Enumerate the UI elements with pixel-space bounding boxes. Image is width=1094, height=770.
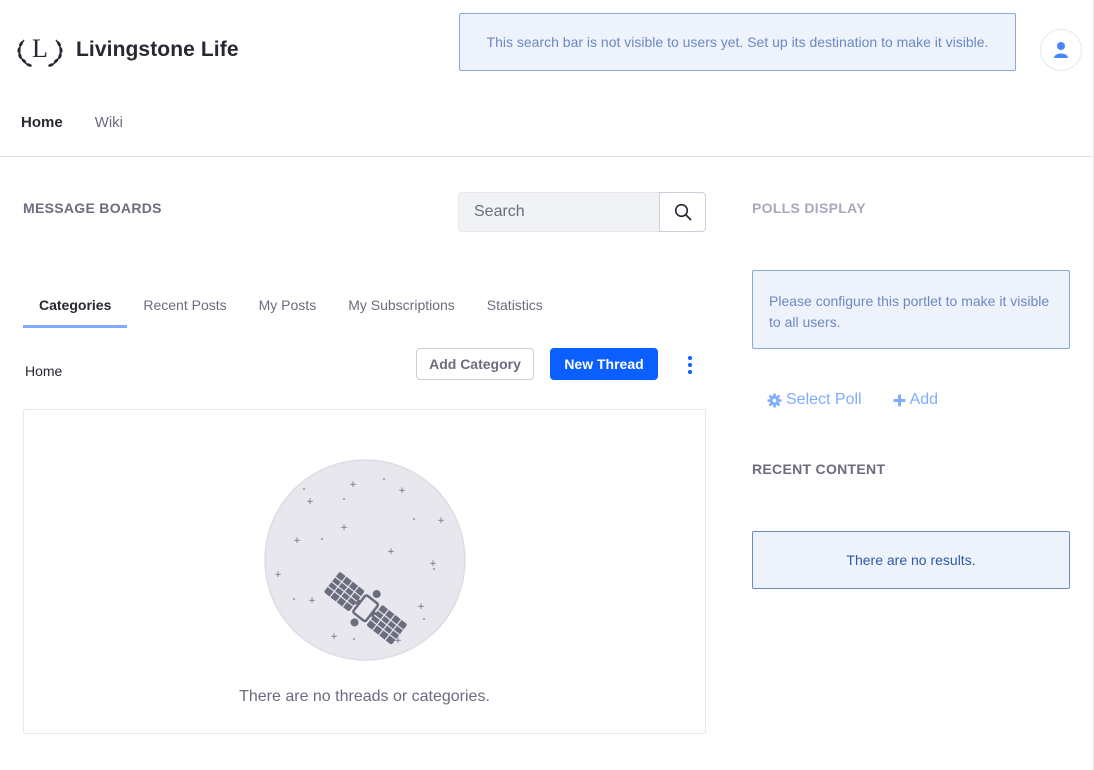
new-thread-button[interactable]: New Thread [550, 348, 658, 380]
ellipsis-vertical-icon[interactable] [680, 350, 700, 380]
tab-statistics[interactable]: Statistics [471, 284, 559, 328]
site-name[interactable]: Livingstone Life [76, 38, 239, 62]
tab-my-posts[interactable]: My Posts [243, 284, 333, 328]
svg-text:+: + [398, 486, 406, 496]
header-divider [0, 156, 1093, 157]
tab-my-subscriptions[interactable]: My Subscriptions [332, 284, 471, 328]
tab-categories[interactable]: Categories [23, 284, 128, 328]
svg-text:+: + [387, 547, 395, 557]
svg-text:+: + [308, 596, 316, 606]
user-menu-button[interactable] [1040, 29, 1082, 71]
svg-text:+: + [349, 480, 357, 490]
recent-content-title: RECENT CONTENT [752, 461, 886, 477]
tab-recent-posts[interactable]: Recent Posts [127, 284, 242, 328]
empty-state-message: There are no threads or categories. [239, 688, 490, 705]
svg-text:+: + [340, 523, 348, 533]
laurel-logo-icon: L [17, 34, 63, 67]
message-boards-title: MESSAGE BOARDS [23, 200, 162, 216]
add-category-button[interactable]: Add Category [416, 348, 534, 380]
add-poll-button[interactable]: Add [893, 391, 938, 409]
svg-text:+: + [429, 559, 437, 569]
cog-icon [767, 392, 782, 408]
logo-letter: L [32, 34, 48, 63]
svg-text:+: + [437, 516, 445, 526]
select-poll-label: Select Poll [786, 391, 862, 408]
breadcrumb[interactable]: Home [25, 363, 62, 379]
polls-display-title: POLLS DISPLAY [752, 200, 866, 216]
main-navigation: Home Wiki [21, 114, 123, 131]
nav-item-home[interactable]: Home [21, 114, 63, 131]
polls-actions: Select Poll Add [767, 391, 938, 409]
svg-text:+: + [274, 570, 282, 580]
svg-text:+: + [417, 602, 425, 612]
search-icon [674, 203, 691, 221]
search-input[interactable]: Search [458, 192, 659, 232]
user-icon [1054, 42, 1068, 58]
svg-text:+: + [330, 632, 338, 642]
polls-config-notice: Please configure this portlet to make it… [752, 270, 1070, 349]
svg-text:+: + [293, 536, 301, 546]
svg-text:+: + [306, 497, 314, 507]
satellite-illustration: +++ +++ +++ +++ + [264, 459, 466, 661]
nav-item-wiki[interactable]: Wiki [95, 114, 123, 131]
plus-icon [893, 394, 906, 406]
message-boards-search: Search [458, 192, 706, 232]
add-poll-label: Add [909, 391, 939, 408]
select-poll-button[interactable]: Select Poll [767, 391, 862, 409]
no-results-message: There are no results. [752, 531, 1070, 589]
empty-state-panel: + + + + + + + + + + + + + There are no t… [23, 409, 706, 734]
site-logo[interactable]: L [14, 30, 66, 70]
search-button[interactable] [659, 192, 706, 232]
search-bar-notice: This search bar is not visible to users … [459, 13, 1016, 71]
message-boards-tabs: Categories Recent Posts My Posts My Subs… [23, 284, 559, 328]
page: L Livingstone Life This search bar is no… [0, 0, 1094, 770]
